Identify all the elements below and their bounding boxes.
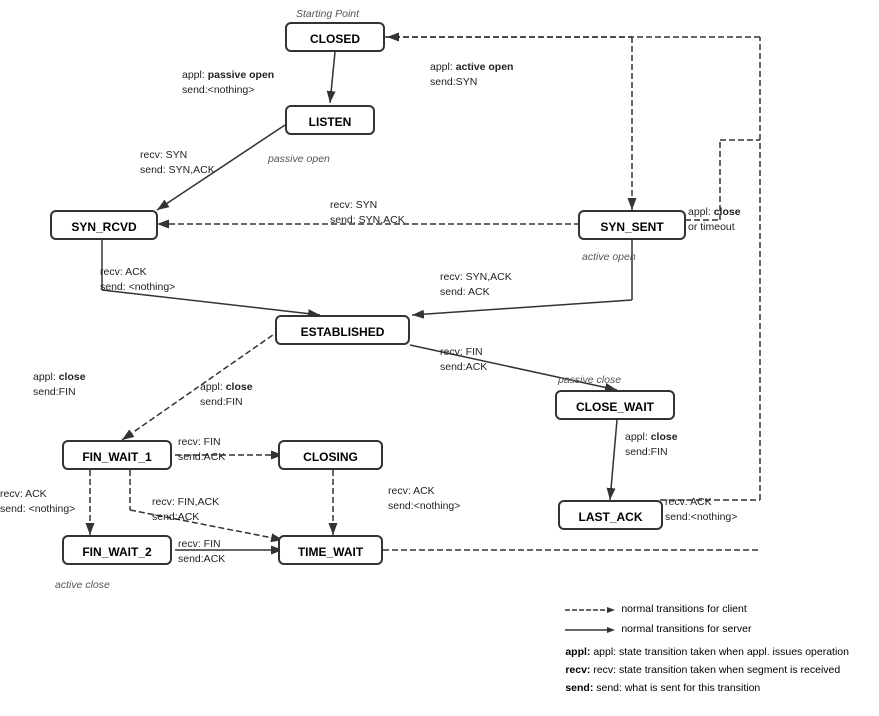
state-close-wait: CLOSE_WAIT: [555, 390, 675, 420]
legend-dashed-label: normal transitions for client: [621, 601, 746, 619]
label-estab-finwait1-appl: appl: closesend:FIN: [200, 380, 253, 409]
label-synsent-synrcvd: recv: SYNsend: SYN,ACK: [330, 198, 405, 227]
state-closing: CLOSING: [278, 440, 383, 470]
state-established: ESTABLISHED: [275, 315, 410, 345]
legend: normal transitions for client normal tra…: [565, 601, 849, 698]
label-established-finwait1: appl: closesend:FIN: [33, 370, 86, 399]
label-synsent-established: recv: SYN,ACKsend: ACK: [440, 270, 512, 299]
state-listen: LISTEN: [285, 105, 375, 135]
label-finwait1-finwait2: recv: ACKsend: <nothing>: [0, 487, 75, 516]
state-syn-sent: SYN_SENT: [578, 210, 686, 240]
label-active-open: active open: [582, 250, 636, 265]
label-synsent-close: appl: closeor timeout: [688, 205, 741, 234]
label-closewait-lastack: appl: closesend:FIN: [625, 430, 678, 459]
label-finwait2-timewait: recv: FINsend:ACK: [178, 537, 225, 566]
state-syn-rcvd: SYN_RCVD: [50, 210, 158, 240]
label-starting-point: Starting Point: [296, 7, 359, 22]
legend-appl: appl: state transition taken when appl. …: [593, 646, 849, 658]
label-passive-close: passive close: [558, 373, 621, 388]
label-finwait1-finack: recv: FIN,ACKsend:ACK: [152, 495, 219, 524]
label-lastack-closed: recv: ACKsend:<nothing>: [665, 495, 737, 524]
label-listen-synrcvd: recv: SYNsend: SYN,ACK: [140, 148, 215, 177]
label-closed-synsent: appl: active opensend:SYN: [430, 60, 513, 89]
state-fin-wait-1: FIN_WAIT_1: [62, 440, 172, 470]
label-synrcvd-established: recv: ACKsend: <nothing>: [100, 265, 175, 294]
label-established-closewait: recv: FINsend:ACK: [440, 345, 487, 374]
state-last-ack: LAST_ACK: [558, 500, 663, 530]
state-time-wait: TIME_WAIT: [278, 535, 383, 565]
label-finwait1-closing: recv: FINsend:ACK: [178, 435, 225, 464]
diagram-container: { "states": { "closed": { "label": "CLOS…: [0, 0, 879, 716]
state-fin-wait-2: FIN_WAIT_2: [62, 535, 172, 565]
label-passive-open: passive open: [268, 152, 330, 167]
state-closed: CLOSED: [285, 22, 385, 52]
label-active-close: active close: [55, 578, 110, 593]
label-closing-timewait: recv: ACKsend:<nothing>: [388, 484, 460, 513]
legend-solid-label: normal transitions for server: [621, 621, 751, 639]
legend-recv: recv: state transition taken when segmen…: [593, 664, 840, 676]
label-closed-listen: appl: passive opensend:<nothing>: [182, 68, 274, 97]
legend-send: send: what is sent for this transition: [596, 682, 760, 694]
